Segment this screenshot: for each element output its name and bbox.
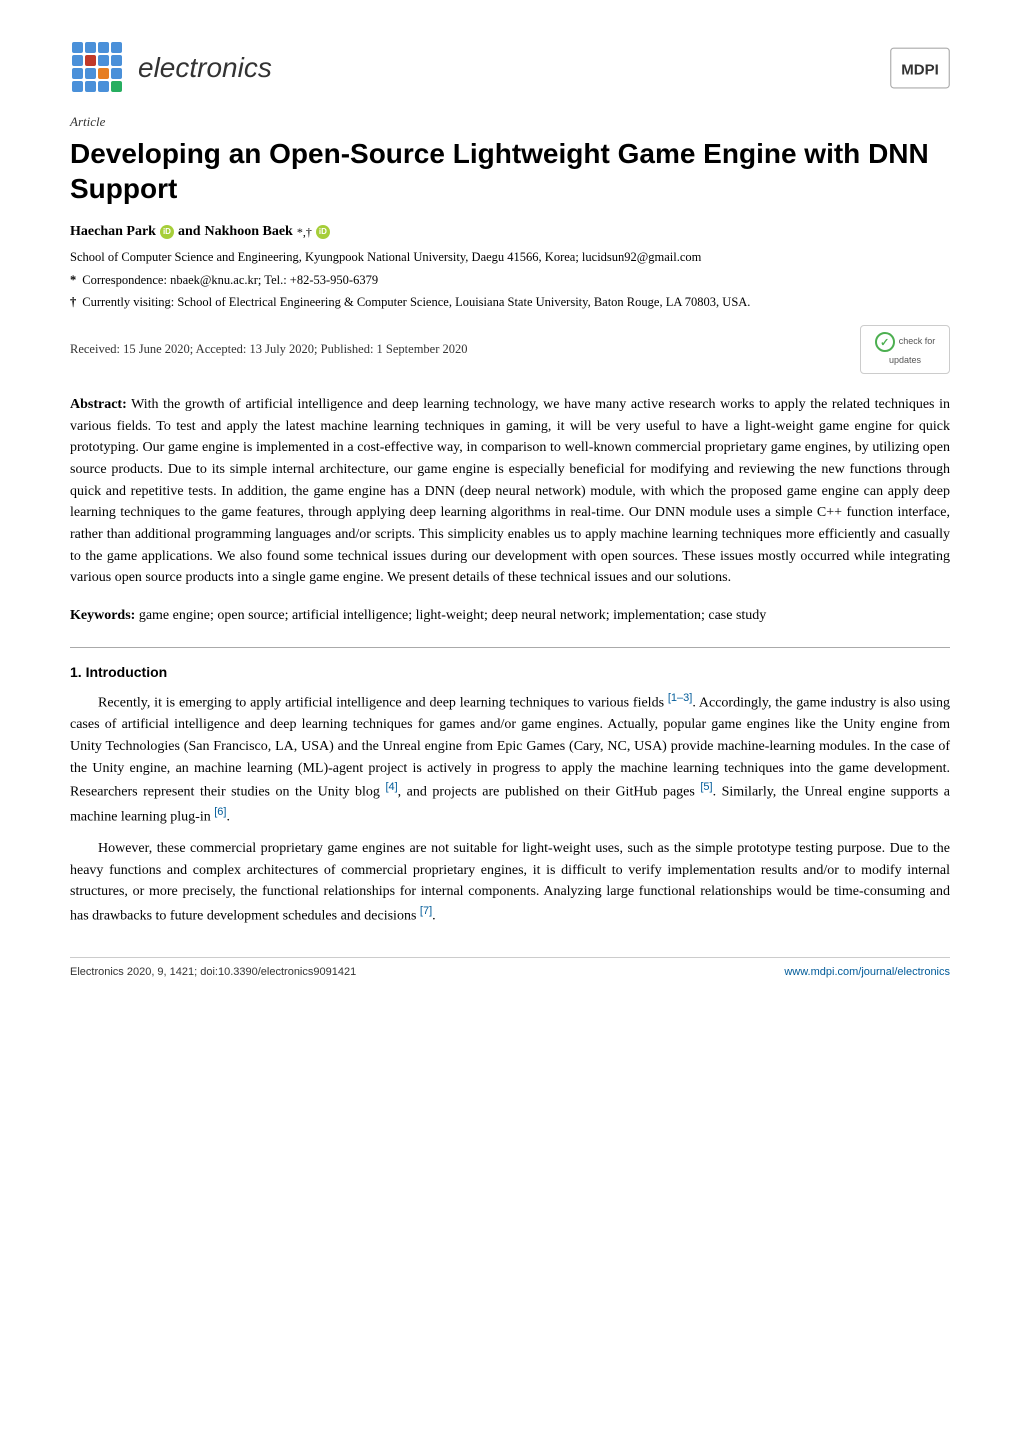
author-second: Nakhoon Baek	[205, 224, 293, 240]
received-row: Received: 15 June 2020; Accepted: 13 Jul…	[70, 325, 950, 380]
orcid-icon-second: iD	[316, 225, 330, 239]
footer: Electronics 2020, 9, 1421; doi:10.3390/e…	[70, 957, 950, 978]
section1-heading: 1. Introduction	[70, 664, 950, 680]
orcid-icon-first: iD	[160, 225, 174, 239]
note-dagger-symbol: †	[70, 293, 76, 312]
header: electronics MDPI	[70, 40, 950, 96]
ref-6: [6]	[214, 806, 226, 818]
check-updates-label-line1: check for	[899, 336, 936, 348]
ref-5: [5]	[700, 781, 712, 793]
keywords-text: game engine; open source; artificial int…	[135, 608, 766, 623]
ref-1-3: [1–3]	[668, 692, 692, 704]
affiliation-note-star: * Correspondence: nbaek@knu.ac.kr; Tel.:…	[70, 271, 950, 290]
article-label: Article	[70, 114, 950, 130]
check-updates-label-line2: updates	[889, 355, 921, 367]
author-markers: *,†	[297, 225, 312, 240]
section1-para1: Recently, it is emerging to apply artifi…	[70, 690, 950, 828]
paper-title: Developing an Open-Source Lightweight Ga…	[70, 136, 950, 206]
ref-4: [4]	[385, 781, 397, 793]
affiliation-note-dagger: † Currently visiting: School of Electric…	[70, 293, 950, 312]
abstract-paragraph: Abstract: With the growth of artificial …	[70, 394, 950, 589]
authors-and: and	[178, 224, 201, 240]
affiliation-main: School of Computer Science and Engineeri…	[70, 248, 950, 267]
section1-para2: However, these commercial proprietary ga…	[70, 838, 950, 927]
check-mark-symbol: ✓	[880, 336, 889, 349]
mdpi-logo-icon: MDPI	[890, 46, 950, 90]
check-updates-badge: ✓ check for updates	[860, 325, 950, 374]
abstract-label: Abstract:	[70, 397, 127, 412]
abstract-block: Abstract: With the growth of artificial …	[70, 394, 950, 589]
author-first: Haechan Park	[70, 224, 156, 240]
note-star-text: Correspondence: nbaek@knu.ac.kr; Tel.: +…	[82, 271, 378, 290]
logo-area: electronics	[70, 40, 272, 96]
section-divider	[70, 647, 950, 648]
note-star-symbol: *	[70, 271, 76, 290]
note-dagger-text: Currently visiting: School of Electrical…	[82, 293, 750, 312]
keywords-block: Keywords: game engine; open source; arti…	[70, 605, 950, 627]
page: electronics MDPI Article Developing an O…	[0, 0, 1020, 1442]
check-updates-top: ✓ check for	[875, 332, 936, 352]
abstract-text: With the growth of artificial intelligen…	[70, 397, 950, 586]
footer-url: www.mdpi.com/journal/electronics	[784, 966, 950, 978]
svg-text:MDPI: MDPI	[901, 61, 939, 78]
keywords-label: Keywords:	[70, 608, 135, 623]
ref-7: [7]	[420, 905, 432, 917]
check-circle-icon: ✓	[875, 332, 895, 352]
received-text: Received: 15 June 2020; Accepted: 13 Jul…	[70, 342, 468, 357]
journal-logo-icon	[70, 40, 126, 96]
footer-citation: Electronics 2020, 9, 1421; doi:10.3390/e…	[70, 966, 356, 978]
journal-name-text: electronics	[138, 52, 272, 84]
authors-line: Haechan Park iD and Nakhoon Baek *,† iD	[70, 224, 950, 240]
